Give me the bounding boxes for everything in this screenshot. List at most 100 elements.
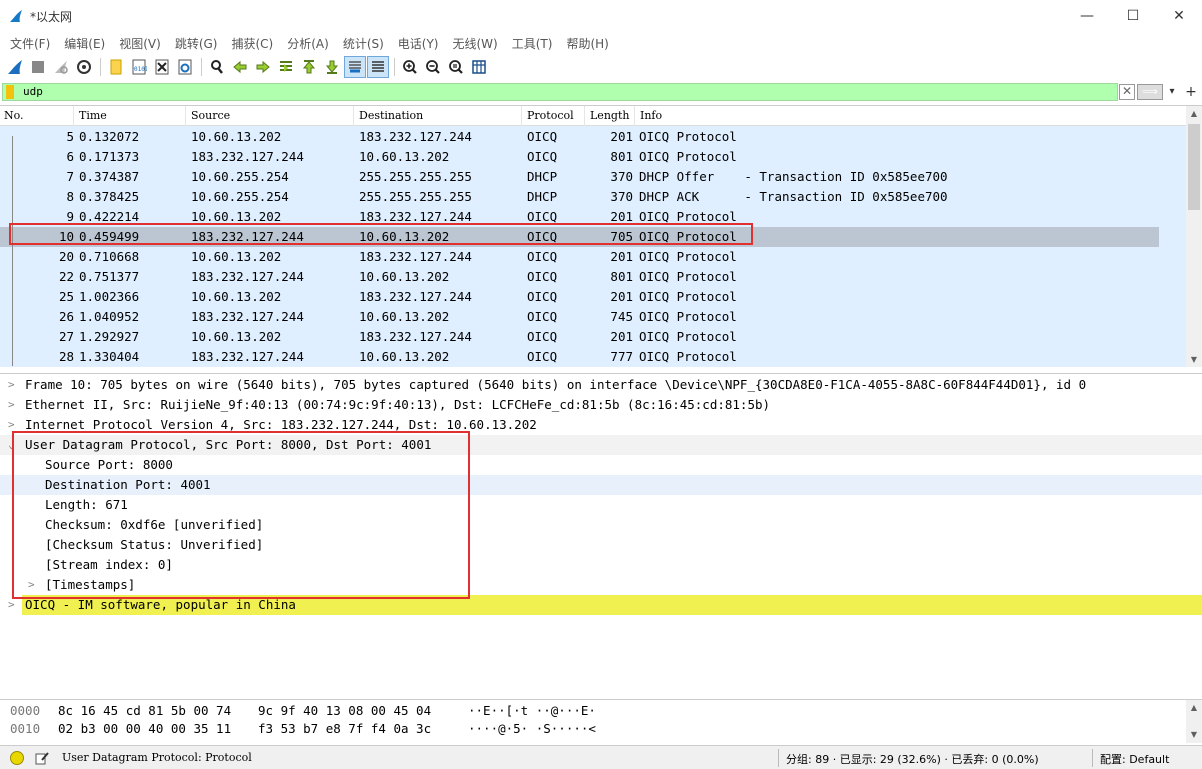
column-header-destination[interactable]: Destination (355, 106, 522, 126)
hex-b2[interactable]: f3 53 b7 e8 7f f4 0a 3c (258, 720, 431, 737)
menu-capture[interactable]: 捕获(C) (225, 35, 279, 52)
hex-scroll-down-icon[interactable]: ▼ (1186, 727, 1202, 743)
detail-row[interactable]: Length: 671 (0, 495, 1202, 515)
packet-row[interactable]: 6 0.171373 183.232.127.244 10.60.13.202 OICQ… (0, 147, 1159, 167)
reload-file-icon[interactable] (174, 56, 196, 78)
maximize-button[interactable]: ☐ (1110, 0, 1156, 32)
hex-ascii[interactable]: ····@·5· ·S·····< (468, 720, 596, 737)
scroll-down-icon[interactable]: ▼ (1186, 352, 1202, 367)
menu-help[interactable]: 帮助(H) (560, 35, 614, 52)
close-button[interactable]: ✕ (1156, 0, 1202, 32)
packet-cell-src: 183.232.127.244 (191, 349, 304, 364)
filter-history-dropdown[interactable]: ▾ (1165, 84, 1179, 100)
expand-arrow-icon[interactable]: > (8, 415, 15, 435)
menu-analyze[interactable]: 分析(A) (281, 35, 335, 52)
go-forward-icon[interactable] (252, 56, 274, 78)
packet-row[interactable]: 5 0.132072 10.60.13.202 183.232.127.244 OICQ… (0, 127, 1159, 147)
packet-cell-src: 10.60.255.254 (191, 189, 289, 204)
detail-row[interactable]: > [Timestamps] (0, 575, 1202, 595)
packet-row[interactable]: 9 0.422214 10.60.13.202 183.232.127.244 OICQ… (0, 207, 1159, 227)
find-packet-icon[interactable] (206, 56, 228, 78)
restart-capture-icon[interactable] (50, 56, 72, 78)
packet-row[interactable]: 26 1.040952 183.232.127.244 10.60.13.202 OIC… (0, 307, 1159, 327)
stop-capture-icon[interactable] (27, 56, 49, 78)
zoom-in-icon[interactable] (399, 56, 421, 78)
column-header-length[interactable]: Length (586, 106, 635, 126)
toolbar-separator (100, 58, 101, 76)
hex-ascii[interactable]: ··E··[·t ··@···E· (468, 702, 596, 719)
close-file-icon[interactable] (151, 56, 173, 78)
packet-row[interactable]: 8 0.378425 10.60.255.254 255.255.255.255 DHC… (0, 187, 1159, 207)
hex-b1[interactable]: 02 b3 00 00 40 00 35 11 (58, 720, 231, 737)
packet-cell-len: 201 (610, 209, 633, 224)
expand-arrow-icon[interactable]: > (8, 395, 15, 415)
detail-row[interactable]: Destination Port: 4001 (0, 475, 1202, 495)
column-header-time[interactable]: Time (75, 106, 186, 126)
go-to-packet-icon[interactable] (275, 56, 297, 78)
menu-tools[interactable]: 工具(T) (506, 35, 559, 52)
start-capture-icon[interactable] (4, 56, 26, 78)
save-file-icon[interactable]: 0101 (128, 56, 150, 78)
hex-scrollbar[interactable]: ▲ ▼ (1186, 700, 1202, 743)
resize-columns-icon[interactable] (468, 56, 490, 78)
detail-row[interactable]: Checksum: 0xdf6e [unverified] (0, 515, 1202, 535)
detail-row[interactable]: ⌄ User Datagram Protocol, Src Port: 8000,… (0, 435, 1202, 455)
packet-row[interactable]: 22 0.751377 183.232.127.244 10.60.13.202 OIC… (0, 267, 1159, 287)
expand-arrow-icon[interactable]: > (8, 595, 15, 615)
detail-row[interactable]: > Internet Protocol Version 4, Src: 183.2… (0, 415, 1202, 435)
menu-statistics[interactable]: 统计(S) (337, 35, 390, 52)
menu-go[interactable]: 跳转(G) (169, 35, 224, 52)
column-header-info[interactable]: Info (636, 106, 1186, 126)
column-header-source[interactable]: Source (187, 106, 354, 126)
hex-b1[interactable]: 8c 16 45 cd 81 5b 00 74 (58, 702, 231, 719)
column-header-protocol[interactable]: Protocol (523, 106, 585, 126)
collapse-arrow-icon[interactable]: ⌄ (8, 435, 15, 455)
menu-view[interactable]: 视图(V) (113, 35, 167, 52)
scroll-thumb[interactable] (1188, 124, 1200, 210)
zoom-normal-icon[interactable] (445, 56, 467, 78)
detail-row[interactable]: [Checksum Status: Unverified] (0, 535, 1202, 555)
open-file-icon[interactable] (105, 56, 127, 78)
packet-row[interactable]: 28 1.330404 183.232.127.244 10.60.13.202 OIC… (0, 347, 1159, 367)
scroll-up-icon[interactable]: ▲ (1186, 106, 1202, 122)
filter-bookmark-icon[interactable] (6, 85, 14, 99)
detail-row[interactable]: > Ethernet II, Src: RuijieNe_9f:40:13 (00… (0, 395, 1202, 415)
expand-arrow-icon[interactable]: > (8, 375, 15, 395)
go-first-icon[interactable] (298, 56, 320, 78)
packet-cell-len: 201 (610, 289, 633, 304)
auto-scroll-icon[interactable] (344, 56, 366, 78)
packet-row[interactable]: 27 1.292927 10.60.13.202 183.232.127.244 OIC… (0, 327, 1159, 347)
minimize-button[interactable]: — (1064, 0, 1110, 32)
go-last-icon[interactable] (321, 56, 343, 78)
filter-clear-button[interactable]: ✕ (1119, 84, 1135, 100)
menu-wireless[interactable]: 无线(W) (447, 35, 504, 52)
detail-row[interactable]: > Frame 10: 705 bytes on wire (5640 bits)… (0, 375, 1202, 395)
packet-row[interactable]: 7 0.374387 10.60.255.254 255.255.255.255 DHC… (0, 167, 1159, 187)
profile-indicator[interactable]: 配置: Default (1100, 751, 1169, 767)
detail-row[interactable]: [Stream index: 0] (0, 555, 1202, 575)
packet-row[interactable]: 20 0.710668 10.60.13.202 183.232.127.244 OIC… (0, 247, 1159, 267)
expert-info-icon[interactable] (10, 751, 24, 765)
go-back-icon[interactable] (229, 56, 251, 78)
hex-scroll-up-icon[interactable]: ▲ (1186, 700, 1202, 716)
expand-arrow-icon[interactable]: > (28, 575, 35, 595)
packet-list-scrollbar[interactable]: ▲ ▼ (1186, 106, 1202, 367)
detail-row[interactable]: Source Port: 8000 (0, 455, 1202, 475)
column-header-no[interactable]: No. (0, 106, 74, 126)
display-filter-input[interactable]: udp (2, 83, 1118, 101)
colorize-icon[interactable] (367, 56, 389, 78)
capture-options-icon[interactable] (73, 56, 95, 78)
menu-edit[interactable]: 编辑(E) (58, 35, 111, 52)
menu-file[interactable]: 文件(F) (4, 35, 56, 52)
add-filter-button[interactable]: + (1183, 83, 1199, 101)
packet-cell-proto: OICQ (527, 209, 558, 224)
packet-row[interactable]: 25 1.002366 10.60.13.202 183.232.127.244 OIC… (0, 287, 1159, 307)
hex-b2[interactable]: 9c 9f 40 13 08 00 45 04 (258, 702, 431, 719)
zoom-out-icon[interactable] (422, 56, 444, 78)
packet-row[interactable]: 10 0.459499 183.232.127.244 10.60.13.202 OIC… (0, 227, 1159, 247)
detail-row[interactable]: > OICQ - IM software, popular in China (0, 595, 1202, 615)
detail-text: [Stream index: 0] (45, 557, 173, 572)
filter-apply-button[interactable]: ⟹ (1137, 84, 1163, 100)
menu-telephony[interactable]: 电话(Y) (392, 35, 445, 52)
edit-comment-icon[interactable] (34, 750, 50, 766)
